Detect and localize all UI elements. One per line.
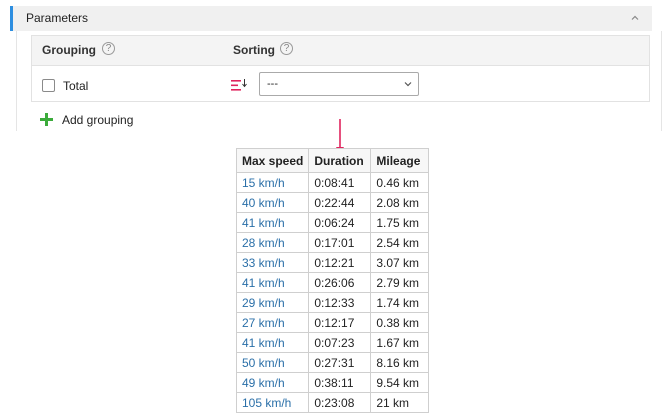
sorting-select-value: ---: [267, 78, 278, 90]
table-row: 105 km/h 0:23:08 21 km: [235, 392, 430, 413]
duration-cell: 0:17:01: [308, 232, 372, 253]
max-speed-cell[interactable]: 40 km/h: [235, 192, 310, 213]
table-row: 41 km/h 0:06:24 1.75 km: [235, 212, 430, 233]
add-grouping-label: Add grouping: [62, 113, 134, 127]
mileage-cell: 21 km: [370, 392, 430, 413]
mileage-cell: 1.75 km: [370, 212, 430, 233]
max-speed-cell[interactable]: 49 km/h: [235, 372, 310, 393]
table-row: 49 km/h 0:38:11 9.54 km: [235, 372, 430, 393]
plus-icon: [40, 113, 53, 126]
duration-cell: 0:23:08: [308, 392, 372, 413]
max-speed-header[interactable]: Max speed: [235, 148, 310, 173]
mileage-cell: 3.07 km: [370, 252, 430, 273]
sort-descending-icon[interactable]: [231, 78, 247, 92]
panel-border-left: [16, 31, 17, 131]
max-speed-cell[interactable]: 41 km/h: [235, 212, 310, 233]
mileage-cell: 8.16 km: [370, 352, 430, 373]
grouping-grid-header: Grouping ? Sorting ?: [32, 36, 649, 66]
duration-cell: 0:27:31: [308, 352, 372, 373]
results-header-row: Max speed Duration Mileage: [235, 148, 430, 173]
sorting-help-icon[interactable]: ?: [280, 42, 293, 55]
max-speed-cell[interactable]: 41 km/h: [235, 332, 310, 353]
grouping-grid: Grouping ? Sorting ? Total ---: [31, 35, 650, 102]
mileage-cell: 2.79 km: [370, 272, 430, 293]
total-checkbox[interactable]: [42, 79, 55, 92]
chevron-down-icon: [404, 82, 412, 87]
max-speed-cell[interactable]: 50 km/h: [235, 352, 310, 373]
table-row: 15 km/h 0:08:41 0.46 km: [235, 172, 430, 193]
parameters-header[interactable]: Parameters: [10, 6, 652, 31]
mileage-header[interactable]: Mileage: [370, 148, 430, 173]
duration-cell: 0:26:06: [308, 272, 372, 293]
table-row: 28 km/h 0:17:01 2.54 km: [235, 232, 430, 253]
duration-cell: 0:08:41: [308, 172, 372, 193]
chevron-up-icon[interactable]: [630, 13, 640, 23]
duration-cell: 0:12:33: [308, 292, 372, 313]
table-row: 33 km/h 0:12:21 3.07 km: [235, 252, 430, 273]
grouping-column-label: Grouping: [42, 43, 96, 57]
mileage-cell: 2.08 km: [370, 192, 430, 213]
table-row: 41 km/h 0:07:23 1.67 km: [235, 332, 430, 353]
table-row: 40 km/h 0:22:44 2.08 km: [235, 192, 430, 213]
duration-cell: 0:22:44: [308, 192, 372, 213]
mileage-cell: 2.54 km: [370, 232, 430, 253]
table-row: 50 km/h 0:27:31 8.16 km: [235, 352, 430, 373]
sorting-select[interactable]: ---: [259, 72, 419, 96]
table-row: 27 km/h 0:12:17 0.38 km: [235, 312, 430, 333]
mileage-cell: 9.54 km: [370, 372, 430, 393]
max-speed-cell[interactable]: 28 km/h: [235, 232, 310, 253]
max-speed-cell[interactable]: 105 km/h: [235, 392, 310, 413]
max-speed-cell[interactable]: 15 km/h: [235, 172, 310, 193]
max-speed-cell[interactable]: 33 km/h: [235, 252, 310, 273]
parameters-title: Parameters: [26, 11, 89, 25]
duration-cell: 0:12:17: [308, 312, 372, 333]
max-speed-cell[interactable]: 29 km/h: [235, 292, 310, 313]
duration-header[interactable]: Duration: [308, 148, 372, 173]
mileage-cell: 0.46 km: [370, 172, 430, 193]
duration-cell: 0:07:23: [308, 332, 372, 353]
total-label: Total: [63, 79, 89, 93]
mileage-cell: 1.74 km: [370, 292, 430, 313]
max-speed-cell[interactable]: 41 km/h: [235, 272, 310, 293]
mileage-cell: 0.38 km: [370, 312, 430, 333]
grouping-help-icon[interactable]: ?: [102, 42, 115, 55]
table-row: 29 km/h 0:12:33 1.74 km: [235, 292, 430, 313]
table-row: 41 km/h 0:26:06 2.79 km: [235, 272, 430, 293]
duration-cell: 0:06:24: [308, 212, 372, 233]
results-table: Max speed Duration Mileage 15 km/h 0:08:4…: [235, 148, 430, 413]
duration-cell: 0:12:21: [308, 252, 372, 273]
duration-cell: 0:38:11: [308, 372, 372, 393]
max-speed-cell[interactable]: 27 km/h: [235, 312, 310, 333]
mileage-cell: 1.67 km: [370, 332, 430, 353]
sorting-column-label: Sorting: [233, 43, 275, 57]
